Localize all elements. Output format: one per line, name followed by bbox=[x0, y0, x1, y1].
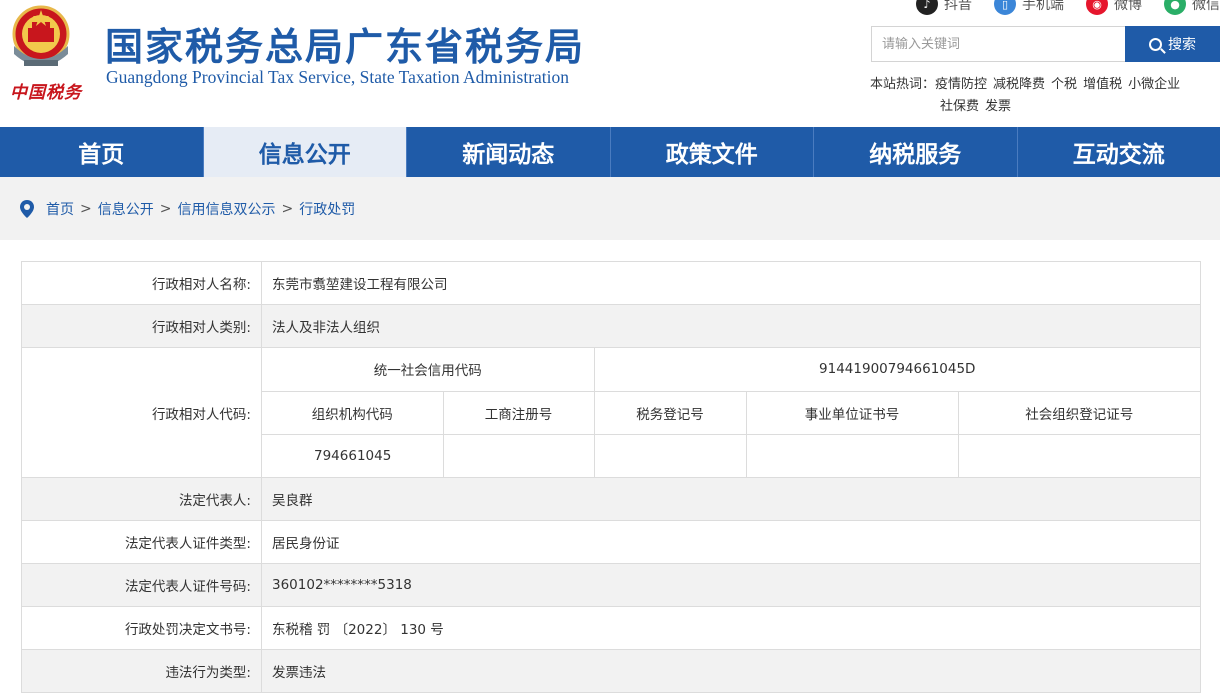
nav-tax-service[interactable]: 纳税服务 bbox=[814, 127, 1018, 177]
field-label: 行政相对人类别: bbox=[21, 304, 262, 348]
field-label: 法定代表人证件号码: bbox=[21, 563, 262, 607]
social-label: 手机端 bbox=[1022, 0, 1064, 13]
field-label: 违法行为类型: bbox=[21, 649, 262, 693]
location-pin-icon bbox=[20, 199, 34, 218]
breadcrumb-info[interactable]: 信息公开 bbox=[98, 199, 154, 219]
table-row: 法定代表人: 吴良群 bbox=[21, 477, 1201, 521]
table-row: 违法行为类型: 发票违法 bbox=[21, 649, 1201, 693]
site-header: 中国税务 国家税务总局广东省税务局 Guangdong Provincial T… bbox=[0, 0, 1220, 127]
table-row: 行政相对人类别: 法人及非法人组织 bbox=[21, 304, 1201, 348]
breadcrumb-penalty[interactable]: 行政处罚 bbox=[299, 199, 355, 219]
hot-word-link[interactable]: 个税 bbox=[1051, 77, 1077, 92]
social-douyin[interactable]: ♪ 抖音 bbox=[916, 0, 972, 15]
code-value bbox=[745, 433, 959, 477]
table-row: 法定代表人证件号码: 360102********5318 bbox=[21, 563, 1201, 607]
search-button-label: 搜索 bbox=[1168, 37, 1196, 53]
search-input[interactable] bbox=[871, 26, 1125, 62]
social-mobile[interactable]: ▯ 手机端 bbox=[994, 0, 1064, 15]
search-button[interactable]: 搜索 bbox=[1125, 26, 1220, 62]
field-value: 东税稽 罚 〔2022〕 130 号 bbox=[261, 606, 1201, 650]
hot-word-link[interactable]: 小微企业 bbox=[1128, 77, 1180, 92]
code-subtable: 统一社会信用代码 91441900794661045D 组织机构代码 工商注册号… bbox=[262, 348, 1200, 477]
code-header: 税务登记号 bbox=[593, 390, 747, 435]
field-value: 法人及非法人组织 bbox=[261, 304, 1201, 348]
nav-news[interactable]: 新闻动态 bbox=[407, 127, 611, 177]
table-row: 行政相对人名称: 东莞市翥堃建设工程有限公司 bbox=[21, 261, 1201, 305]
table-row: 行政处罚决定文书号: 东税稽 罚 〔2022〕 130 号 bbox=[21, 606, 1201, 650]
breadcrumb-home[interactable]: 首页 bbox=[46, 199, 74, 219]
code-value: 794661045 bbox=[262, 433, 444, 477]
code-value bbox=[593, 433, 747, 477]
social-weibo[interactable]: ◉ 微博 bbox=[1086, 0, 1142, 15]
hot-word-link[interactable]: 疫情防控 bbox=[935, 77, 987, 92]
main-nav: 首页 信息公开 新闻动态 政策文件 纳税服务 互动交流 bbox=[0, 127, 1220, 177]
search-box: 搜索 bbox=[871, 26, 1220, 62]
code-header: 事业单位证书号 bbox=[745, 390, 959, 435]
uscc-value: 91441900794661045D bbox=[593, 348, 1200, 392]
hot-word-link[interactable]: 减税降费 bbox=[993, 77, 1045, 92]
weibo-icon: ◉ bbox=[1086, 0, 1108, 15]
breadcrumb: 首页 > 信息公开 > 信用信息双公示 > 行政处罚 bbox=[0, 177, 1220, 240]
site-subtitle: Guangdong Provincial Tax Service, State … bbox=[106, 67, 570, 87]
content-area: 行政相对人名称: 东莞市翥堃建设工程有限公司 行政相对人类别: 法人及非法人组织… bbox=[0, 240, 1220, 694]
field-value: 东莞市翥堃建设工程有限公司 bbox=[261, 261, 1201, 305]
search-icon bbox=[1149, 37, 1162, 51]
code-header: 工商注册号 bbox=[442, 390, 595, 435]
nav-info-disclosure[interactable]: 信息公开 bbox=[203, 127, 407, 177]
field-value: 360102********5318 bbox=[261, 563, 1201, 607]
code-value bbox=[442, 433, 595, 477]
field-value: 居民身份证 bbox=[261, 520, 1201, 564]
social-label: 抖音 bbox=[944, 0, 972, 13]
social-weixin[interactable]: ● 微信 bbox=[1164, 0, 1220, 15]
field-label: 法定代表人证件类型: bbox=[21, 520, 262, 564]
code-cell: 统一社会信用代码 91441900794661045D 组织机构代码 工商注册号… bbox=[261, 347, 1201, 478]
mobile-icon: ▯ bbox=[994, 0, 1016, 15]
breadcrumb-separator: > bbox=[281, 200, 294, 217]
hot-word-link[interactable]: 社保费 bbox=[940, 99, 979, 114]
hot-words: 本站热词：疫情防控 减税降费 个税 增值税 小微企业 社保费 发票 bbox=[870, 74, 1215, 118]
social-label: 微信 bbox=[1192, 0, 1220, 13]
nav-home[interactable]: 首页 bbox=[0, 127, 204, 177]
hot-words-label: 本站热词： bbox=[870, 77, 936, 92]
breadcrumb-separator: > bbox=[80, 200, 92, 217]
site-title[interactable]: 国家税务总局广东省税务局 bbox=[105, 16, 585, 71]
code-header: 社会组织登记证号 bbox=[957, 390, 1200, 435]
hot-word-link[interactable]: 发票 bbox=[985, 99, 1011, 114]
field-label: 行政相对人名称: bbox=[21, 261, 262, 305]
breadcrumb-credit[interactable]: 信用信息双公示 bbox=[177, 199, 275, 219]
field-label: 行政处罚决定文书号: bbox=[21, 606, 262, 650]
code-value bbox=[957, 433, 1200, 477]
field-label: 法定代表人: bbox=[21, 477, 262, 521]
social-links: ♪ 抖音 ▯ 手机端 ◉ 微博 ● 微信 bbox=[894, 0, 1220, 15]
code-header: 组织机构代码 bbox=[262, 390, 444, 435]
breadcrumb-separator: > bbox=[159, 200, 172, 217]
weixin-icon: ● bbox=[1164, 0, 1186, 15]
table-row: 行政相对人代码: 统一社会信用代码 91441900794661045D 组织机… bbox=[21, 347, 1201, 478]
uscc-label: 统一社会信用代码 bbox=[262, 348, 595, 392]
nav-interaction[interactable]: 互动交流 bbox=[1018, 127, 1220, 177]
douyin-icon: ♪ bbox=[916, 0, 938, 15]
field-value: 发票违法 bbox=[261, 649, 1201, 693]
field-label: 行政相对人代码: bbox=[21, 347, 262, 478]
nav-policy[interactable]: 政策文件 bbox=[611, 127, 814, 177]
field-value: 吴良群 bbox=[261, 477, 1201, 521]
hot-word-link[interactable]: 增值税 bbox=[1083, 77, 1122, 92]
social-label: 微博 bbox=[1114, 0, 1142, 13]
table-row: 法定代表人证件类型: 居民身份证 bbox=[21, 520, 1201, 564]
penalty-info-table: 行政相对人名称: 东莞市翥堃建设工程有限公司 行政相对人类别: 法人及非法人组织… bbox=[21, 261, 1201, 693]
logo-script-text: 中国税务 bbox=[10, 83, 82, 103]
